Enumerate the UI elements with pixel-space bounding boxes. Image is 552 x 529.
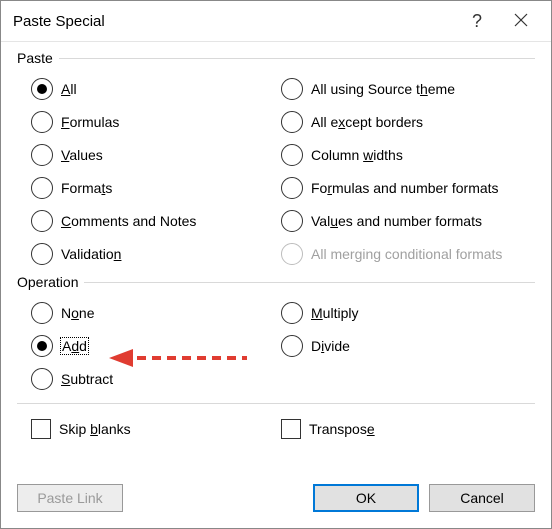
radio-icon <box>281 302 303 324</box>
radio-icon <box>281 144 303 166</box>
radio-label: Values and number formats <box>311 213 482 229</box>
radio-merging-conditional: All merging conditional formats <box>281 237 535 270</box>
radio-icon <box>31 302 53 324</box>
radio-label: Formats <box>61 180 112 196</box>
radio-icon <box>281 210 303 232</box>
radio-icon <box>31 177 53 199</box>
radio-source-theme[interactable]: All using Source theme <box>281 72 535 105</box>
titlebar: Paste Special ? <box>1 1 551 42</box>
radio-multiply[interactable]: Multiply <box>281 296 535 329</box>
dialog-footer: Paste Link OK Cancel <box>17 484 535 512</box>
radio-label: All except borders <box>311 114 423 130</box>
radio-values[interactable]: Values <box>31 138 281 171</box>
paste-special-dialog: Paste Special ? Paste All Formulas Values F… <box>0 0 552 529</box>
radio-column-widths[interactable]: Column widths <box>281 138 535 171</box>
radio-except-borders[interactable]: All except borders <box>281 105 535 138</box>
radio-label: Validation <box>61 246 121 262</box>
checkbox-label: Skip blanks <box>59 421 131 437</box>
radio-icon <box>281 177 303 199</box>
checkbox-label: Transpose <box>309 421 375 437</box>
radio-icon <box>31 78 53 100</box>
radio-label: Column widths <box>311 147 403 163</box>
radio-label: None <box>61 305 95 321</box>
radio-icon <box>281 78 303 100</box>
checkbox-transpose[interactable]: Transpose <box>281 412 535 446</box>
ok-button[interactable]: OK <box>313 484 419 512</box>
paste-link-button: Paste Link <box>17 484 123 512</box>
checkbox-icon <box>281 419 301 439</box>
paste-group: Paste All Formulas Values Formats Comments a… <box>17 50 535 270</box>
radio-none[interactable]: None <box>31 296 281 329</box>
radio-label: Values <box>61 147 103 163</box>
divider <box>59 58 535 59</box>
radio-subtract[interactable]: Subtract <box>31 362 281 395</box>
radio-divide[interactable]: Divide <box>281 329 535 362</box>
radio-label: Add <box>61 338 88 354</box>
radio-label: All <box>61 81 77 97</box>
radio-comments[interactable]: Comments and Notes <box>31 204 281 237</box>
radio-label: Formulas <box>61 114 119 130</box>
radio-label: All merging conditional formats <box>311 246 502 262</box>
radio-formulas-number-formats[interactable]: Formulas and number formats <box>281 171 535 204</box>
radio-label: Subtract <box>61 371 113 387</box>
close-icon <box>514 11 528 32</box>
radio-validation[interactable]: Validation <box>31 237 281 270</box>
cancel-button[interactable]: Cancel <box>429 484 535 512</box>
radio-icon <box>31 243 53 265</box>
radio-icon <box>31 210 53 232</box>
operation-group: Operation None Add Subtract Multiply Divide <box>17 274 535 395</box>
checkbox-icon <box>31 419 51 439</box>
radio-icon <box>281 243 303 265</box>
radio-label: Comments and Notes <box>61 213 196 229</box>
radio-icon <box>31 335 53 357</box>
radio-icon <box>281 111 303 133</box>
divider <box>17 403 535 404</box>
radio-formulas[interactable]: Formulas <box>31 105 281 138</box>
radio-icon <box>281 335 303 357</box>
radio-add[interactable]: Add <box>31 329 281 362</box>
radio-label: All using Source theme <box>311 81 455 97</box>
radio-label: Multiply <box>311 305 358 321</box>
close-button[interactable] <box>499 5 543 37</box>
radio-formats[interactable]: Formats <box>31 171 281 204</box>
radio-icon <box>31 368 53 390</box>
radio-label: Divide <box>311 338 350 354</box>
operation-group-label: Operation <box>17 274 78 290</box>
paste-group-label: Paste <box>17 50 53 66</box>
checkbox-skip-blanks[interactable]: Skip blanks <box>31 412 281 446</box>
radio-icon <box>31 144 53 166</box>
radio-values-number-formats[interactable]: Values and number formats <box>281 204 535 237</box>
dialog-title: Paste Special <box>13 13 455 30</box>
help-button[interactable]: ? <box>455 5 499 37</box>
help-icon: ? <box>472 11 482 32</box>
radio-icon <box>31 111 53 133</box>
divider <box>84 282 535 283</box>
radio-label: Formulas and number formats <box>311 180 499 196</box>
radio-all[interactable]: All <box>31 72 281 105</box>
